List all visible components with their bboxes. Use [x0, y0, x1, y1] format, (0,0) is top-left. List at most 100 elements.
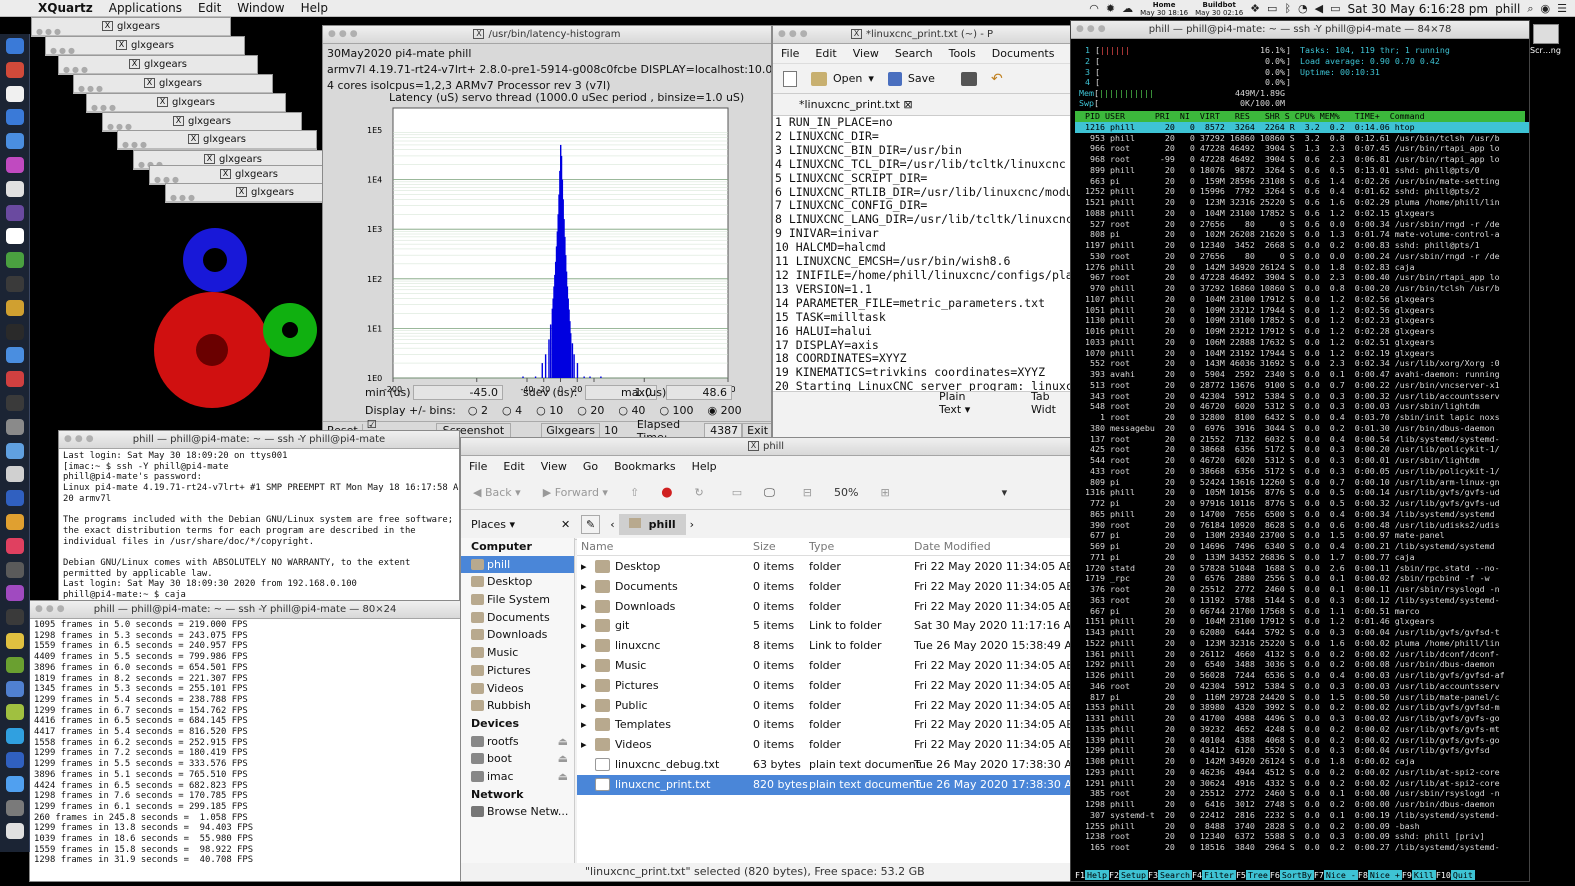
caja-menu-go[interactable]: Go — [583, 460, 598, 473]
process-row[interactable]: 809 pi 20 0 52424 13616 12260 S 0.0 0.7 … — [1075, 477, 1529, 488]
fkey-sortby[interactable]: F6 SortBy — [1270, 870, 1314, 881]
fkey-setup[interactable]: F2 Setup — [1109, 870, 1148, 881]
file-row[interactable]: ▸ Music 0 items folder Fri 22 May 2020 11:34… — [577, 656, 1071, 676]
python-icon[interactable] — [6, 514, 24, 530]
process-row[interactable]: 1521 phill 20 0 123M 32316 25220 S 0.6 1… — [1075, 197, 1529, 208]
expander-icon[interactable]: ▸ — [581, 616, 587, 636]
process-row[interactable]: 544 root 20 0 46720 6020 5312 S 0.0 0.3 … — [1075, 455, 1529, 466]
process-row[interactable]: 390 root 20 0 76184 10920 8628 S 0.0 0.6… — [1075, 520, 1529, 531]
bins-radio-2[interactable]: ○ 2 — [468, 404, 488, 417]
editor-menu-search[interactable]: Search — [895, 47, 933, 60]
dropbox-icon[interactable]: ❖ — [1250, 2, 1260, 15]
sidebar-item-videos[interactable]: Videos — [461, 680, 574, 698]
column-header-size[interactable]: Size — [753, 538, 776, 556]
caja-menu-file[interactable]: File — [469, 460, 487, 473]
zoom-in-icon[interactable]: ⊞ — [880, 486, 889, 499]
menu-edit[interactable]: Edit — [190, 1, 229, 15]
undo-icon[interactable]: ↶ — [991, 71, 1003, 87]
process-row[interactable]: 970 phill 20 0 37292 16860 10860 S 0.0 0… — [1075, 283, 1529, 294]
file-row[interactable]: ▸ Desktop 0 items folder Fri 22 May 2020 11:… — [577, 557, 1071, 577]
editor-menu-documents[interactable]: Documents — [992, 47, 1055, 60]
process-row[interactable]: 1326 phill 20 0 56028 7244 6536 S 0.0 0.… — [1075, 670, 1529, 681]
process-row[interactable]: 363 root 20 0 13192 5788 5144 S 0.0 0.3 … — [1075, 595, 1529, 606]
vnc-icon[interactable] — [6, 490, 24, 507]
process-row[interactable]: 772 pi 20 0 97916 10116 8776 S 0.0 0.5 0… — [1075, 498, 1529, 509]
display-icon[interactable]: ▭ — [1267, 2, 1277, 15]
process-row[interactable]: 1107 phill 20 0 104M 23100 17912 S 0.0 1… — [1075, 294, 1529, 305]
stack-icon[interactable] — [6, 704, 24, 721]
titlebar[interactable]: ●●● phill — phill@pi4-mate: ~ — ssh -Y ph… — [1071, 21, 1529, 39]
view-dropdown[interactable]: ▾ — [1002, 486, 1008, 499]
editor-menu-edit[interactable]: Edit — [815, 47, 836, 60]
process-row[interactable]: 552 root 20 0 143M 46036 31692 S 0.0 2.3… — [1075, 358, 1529, 369]
process-row[interactable]: 1276 phill 20 0 142M 34920 26124 S 0.0 1… — [1075, 262, 1529, 273]
process-row[interactable]: 1293 phill 20 0 46236 4944 4512 S 0.0 0.… — [1075, 767, 1529, 778]
file-row[interactable]: ▸ Public 0 items folder Fri 22 May 2020 11:3… — [577, 696, 1071, 716]
process-row[interactable]: 1252 phill 20 0 15996 7792 3264 S 0.6 0.… — [1075, 186, 1529, 197]
process-row[interactable]: 165 root 20 0 18516 3840 2964 S 0.0 0.2 … — [1075, 842, 1529, 853]
terminal-text[interactable]: 1095 frames in 5.0 seconds = 219.000 FPS… — [30, 619, 460, 881]
process-table-header[interactable]: PID USER PRI NI VIRT RES SHR S CPU% MEM%… — [1075, 111, 1525, 122]
finder-icon[interactable] — [6, 38, 24, 54]
new-icon[interactable] — [783, 70, 797, 87]
menu-applications[interactable]: Applications — [101, 1, 190, 15]
process-row[interactable]: 380 messagebu 20 0 6976 3916 3044 S 0.0 … — [1075, 423, 1529, 434]
glxgears-window[interactable]: ●●●Xglxgears — [58, 55, 258, 75]
process-row[interactable]: 1361 phill 20 0 26112 4660 4132 S 0.0 0.… — [1075, 649, 1529, 660]
glxgears-window[interactable]: ●●●Xglxgears — [45, 36, 245, 56]
clock[interactable]: Sat 30 May 6:16:28 pm — [1348, 2, 1489, 16]
process-row[interactable]: 1051 phill 20 0 109M 23212 17944 S 0.0 1… — [1075, 305, 1529, 316]
process-row[interactable]: 513 root 20 0 28772 13676 9100 S 0.0 0.7… — [1075, 380, 1529, 391]
glxgears-window[interactable]: ●●●Xglxgears — [117, 130, 317, 150]
print-icon[interactable] — [960, 71, 977, 86]
expander-icon[interactable]: ▸ — [581, 735, 587, 755]
appstore-icon[interactable] — [6, 347, 24, 364]
bins-radio-200[interactable]: ◉ 200 — [708, 404, 742, 417]
fkey-nice[interactable]: F8 Nice + — [1358, 870, 1402, 881]
process-row[interactable]: 808 pi 20 0 102M 26208 21620 S 0.0 1.3 0… — [1075, 229, 1529, 240]
process-row[interactable]: 1316 phill 20 0 105M 10156 8776 S 0.0 0.… — [1075, 487, 1529, 498]
glxgears-button[interactable]: Glxgears — [541, 423, 601, 437]
sidebar-item-phill[interactable]: phill — [461, 555, 574, 574]
process-row[interactable]: 677 pi 20 0 130M 29340 23700 S 0.0 1.5 0… — [1075, 530, 1529, 541]
bins-radio-40[interactable]: ○ 40 — [618, 404, 645, 417]
process-row[interactable]: 966 root 20 0 47228 46492 3904 S 1.3 2.3… — [1075, 143, 1529, 154]
bins-radio-20[interactable]: ○ 20 — [577, 404, 604, 417]
android-icon[interactable] — [6, 656, 24, 673]
process-row[interactable]: 968 root -99 0 47228 46492 3904 S 0.6 2.… — [1075, 154, 1529, 165]
globe-icon[interactable] — [6, 775, 24, 792]
process-row[interactable]: 1130 phill 20 0 109M 23100 17852 S 0.0 1… — [1075, 315, 1529, 326]
caja-menu-view[interactable]: View — [541, 460, 567, 473]
column-header-name[interactable]: Name — [581, 538, 613, 556]
file-row[interactable]: ▸ Downloads 0 items folder Fri 22 May 2020 1… — [577, 597, 1071, 617]
sidebar-browse-network[interactable]: Browse Netw... — [461, 803, 574, 821]
expander-icon[interactable]: ▸ — [581, 577, 587, 597]
fkey-filter[interactable]: F4 Filter — [1192, 870, 1236, 881]
caja-menu-bookmarks[interactable]: Bookmarks — [614, 460, 675, 473]
editor-tab[interactable]: *linuxcnc_print.txt ⊠ — [799, 98, 913, 111]
process-row[interactable]: 1255 phill 20 0 8488 3740 2828 S 0.0 0.2… — [1075, 821, 1529, 832]
titlebar[interactable]: ●●● X/usr/bin/latency-histogram — [323, 26, 771, 44]
vscode-icon[interactable] — [6, 728, 24, 745]
sidebar-item-downloads[interactable]: Downloads — [461, 626, 574, 644]
process-row[interactable]: 967 root 20 0 47228 46492 3904 S 0.0 2.3… — [1075, 272, 1529, 283]
fkey-kill[interactable]: F9 Kill — [1402, 870, 1436, 881]
sidebar-item-desktop[interactable]: Desktop — [461, 573, 574, 591]
terminal-icon[interactable] — [6, 276, 24, 292]
process-row[interactable]: 569 pi 20 0 14696 7496 6340 S 0.0 0.4 0:… — [1075, 541, 1529, 552]
network-icon[interactable] — [6, 442, 24, 459]
process-row[interactable]: 376 root 20 0 25512 2772 2460 S 0.0 0.1 … — [1075, 584, 1529, 595]
volume-icon[interactable]: ◀ — [1315, 2, 1323, 15]
music-icon[interactable] — [6, 157, 24, 173]
file-row[interactable]: ▸ Templates 0 items folder Fri 22 May 2020 1… — [577, 715, 1071, 735]
process-row[interactable]: 1335 phill 20 0 39232 4652 4248 S 0.0 0.… — [1075, 724, 1529, 735]
notes-icon[interactable] — [6, 180, 24, 197]
expander-icon[interactable]: ▸ — [581, 656, 587, 676]
pdf-icon[interactable] — [6, 371, 24, 388]
notification-icon[interactable]: ☰ — [1557, 2, 1567, 15]
downloads-icon[interactable] — [6, 799, 24, 816]
eject-icon[interactable]: ⏏ — [558, 733, 568, 751]
titlebar[interactable]: ●●● X *linuxcnc_print.txt (~) - P — [773, 26, 1071, 44]
process-row[interactable]: 1088 phill 20 0 104M 23100 17852 S 0.6 1… — [1075, 208, 1529, 219]
language-dropdown[interactable]: Plain Text ▾ — [939, 390, 991, 416]
